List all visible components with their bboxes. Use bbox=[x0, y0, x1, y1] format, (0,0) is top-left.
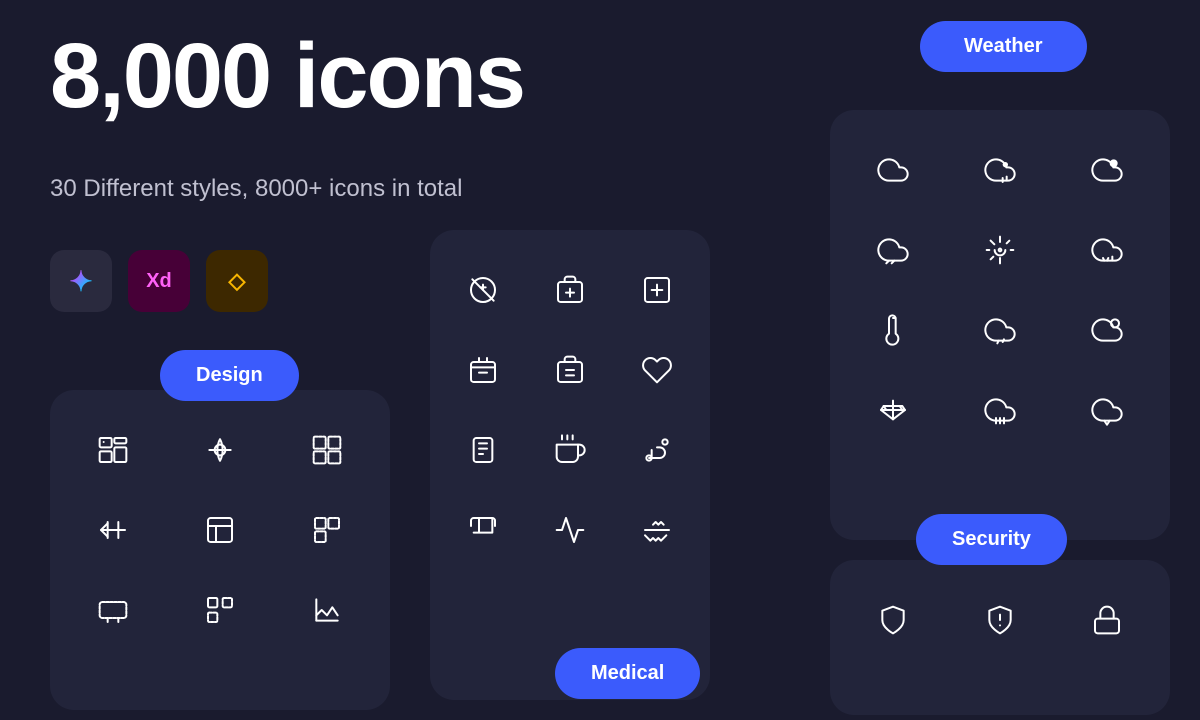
weather-icon-12 bbox=[1053, 370, 1160, 450]
security-label: Security bbox=[916, 514, 1067, 565]
weather-icon-10 bbox=[840, 370, 947, 450]
medical-icon-4 bbox=[440, 330, 527, 410]
weather-icon-1 bbox=[840, 130, 947, 210]
medical-icon-8 bbox=[527, 410, 614, 490]
weather-icon-8 bbox=[947, 290, 1054, 370]
medical-icon-9 bbox=[613, 410, 700, 490]
design-label: Design bbox=[160, 350, 299, 401]
design-icon-9 bbox=[273, 570, 380, 650]
design-icon-5 bbox=[167, 490, 274, 570]
subtitle: 30 Different styles, 8000+ icons in tota… bbox=[50, 175, 462, 203]
weather-icon-9 bbox=[1053, 290, 1160, 370]
medical-icon-2 bbox=[527, 250, 614, 330]
design-card bbox=[50, 390, 390, 710]
xd-icon: Xd bbox=[128, 250, 190, 312]
security-card bbox=[830, 560, 1170, 715]
medical-icon-11 bbox=[527, 490, 614, 570]
weather-icon-11 bbox=[947, 370, 1054, 450]
security-icon-1 bbox=[840, 580, 947, 660]
security-icon-2 bbox=[947, 580, 1054, 660]
medical-icon-7 bbox=[440, 410, 527, 490]
design-icon-2 bbox=[167, 410, 274, 490]
medical-icon-5 bbox=[527, 330, 614, 410]
weather-icon-5 bbox=[947, 210, 1054, 290]
medical-label: Medical bbox=[555, 648, 700, 699]
design-icon-1 bbox=[60, 410, 167, 490]
weather-icon-4 bbox=[840, 210, 947, 290]
weather-icon-3 bbox=[1053, 130, 1160, 210]
medical-icon-3 bbox=[613, 250, 700, 330]
design-icon-4 bbox=[60, 490, 167, 570]
design-icon-7 bbox=[60, 570, 167, 650]
weather-card bbox=[830, 110, 1170, 540]
medical-icon-6 bbox=[613, 330, 700, 410]
medical-icon-12 bbox=[613, 490, 700, 570]
weather-label: Weather bbox=[920, 21, 1087, 72]
design-icon-6 bbox=[273, 490, 380, 570]
figma-icon: ✦ bbox=[50, 250, 112, 312]
security-icon-3 bbox=[1053, 580, 1160, 660]
medical-icon-10 bbox=[440, 490, 527, 570]
design-icon-3 bbox=[273, 410, 380, 490]
weather-icon-7 bbox=[840, 290, 947, 370]
weather-icon-6 bbox=[1053, 210, 1160, 290]
main-title: 8,000 icons bbox=[50, 30, 524, 122]
sketch-icon: ◇ bbox=[206, 250, 268, 312]
design-icon-8 bbox=[167, 570, 274, 650]
weather-icon-2 bbox=[947, 130, 1054, 210]
medical-icon-1 bbox=[440, 250, 527, 330]
tool-icons-row: ✦ Xd ◇ bbox=[50, 250, 268, 312]
medical-card bbox=[430, 230, 710, 700]
